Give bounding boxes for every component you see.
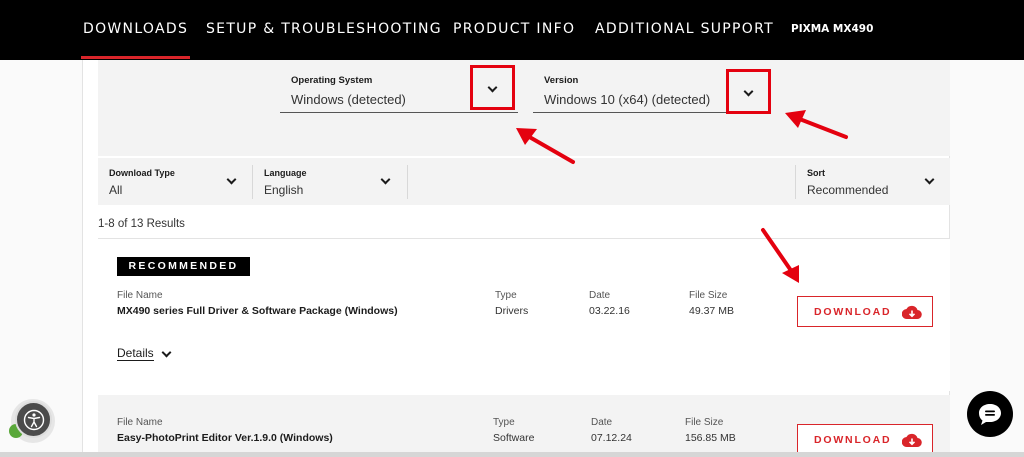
file-size-value: 156.85 MB — [685, 432, 736, 444]
chevron-down-icon — [380, 174, 391, 185]
file-size-label: File Size — [685, 417, 724, 428]
recommended-badge: RECOMMENDED — [117, 257, 250, 276]
file-name-value: MX490 series Full Driver & Software Pack… — [117, 305, 398, 317]
file-size-value: 49.37 MB — [689, 305, 734, 317]
download-button-label: DOWNLOAD — [814, 305, 892, 318]
sort-label: Sort — [807, 168, 825, 178]
file-name-value: Easy-PhotoPrint Editor Ver.1.9.0 (Window… — [117, 432, 333, 444]
download-type-filter[interactable]: Download Type All — [98, 158, 252, 205]
nav-setup-troubleshooting[interactable]: SETUP & TROUBLESHOOTING — [206, 21, 442, 37]
download-button-label: DOWNLOAD — [814, 433, 892, 446]
chevron-down-icon — [226, 174, 237, 185]
download-button[interactable]: DOWNLOAD — [797, 424, 933, 455]
date-value: 07.12.24 — [591, 432, 632, 444]
top-nav: DOWNLOADS SETUP & TROUBLESHOOTING PRODUC… — [0, 0, 1024, 60]
type-label: Type — [493, 417, 515, 428]
os-dropdown-toggle[interactable] — [470, 65, 515, 110]
chevron-down-icon — [161, 347, 172, 357]
nav-additional-support[interactable]: ADDITIONAL SUPPORT — [595, 21, 774, 37]
language-filter[interactable]: Language English — [253, 158, 407, 205]
language-label: Language — [264, 168, 307, 178]
results-count: 1-8 of 13 Results — [98, 218, 185, 230]
chat-button[interactable] — [967, 391, 1013, 437]
os-select-label: Operating System — [291, 75, 373, 86]
details-toggle[interactable]: Details — [117, 346, 172, 361]
date-label: Date — [589, 290, 611, 301]
download-button[interactable]: DOWNLOAD — [797, 296, 933, 327]
type-value: Drivers — [495, 305, 529, 317]
chevron-down-icon — [487, 82, 498, 93]
file-size-label: File Size — [689, 290, 728, 301]
version-dropdown-toggle[interactable] — [726, 69, 771, 114]
file-name-label: File Name — [117, 417, 163, 428]
os-selector-panel — [98, 60, 950, 156]
type-label: Type — [495, 290, 517, 301]
cloud-download-icon — [902, 305, 922, 320]
sort-filter[interactable]: Sort Recommended — [796, 158, 950, 205]
nav-downloads[interactable]: DOWNLOADS — [80, 21, 191, 59]
date-label: Date — [591, 417, 613, 428]
type-value: Software — [493, 432, 535, 444]
nav-product-info[interactable]: PRODUCT INFO — [453, 21, 575, 37]
version-select-label: Version — [544, 75, 579, 86]
sort-value: Recommended — [807, 183, 889, 197]
chat-icon — [979, 404, 1001, 425]
window-bottom-edge — [0, 452, 1024, 457]
os-select-value: Windows (detected) — [291, 92, 406, 107]
cloud-download-icon — [902, 433, 922, 448]
download-type-label: Download Type — [109, 168, 175, 178]
details-link: Details — [117, 346, 154, 361]
filter-bar: Download Type All Language English Sort … — [98, 158, 950, 205]
date-value: 03.22.16 — [589, 305, 630, 317]
chevron-down-icon — [743, 86, 754, 97]
accessibility-icon[interactable] — [15, 401, 52, 438]
file-name-label: File Name — [117, 290, 163, 301]
version-select-value: Windows 10 (x64) (detected) — [544, 92, 711, 107]
chevron-down-icon — [924, 174, 935, 185]
filter-divider — [407, 165, 408, 199]
download-type-value: All — [109, 183, 123, 197]
product-model: PIXMA MX490 — [791, 23, 874, 35]
page-margin-left — [0, 60, 82, 457]
language-value: English — [264, 183, 304, 197]
